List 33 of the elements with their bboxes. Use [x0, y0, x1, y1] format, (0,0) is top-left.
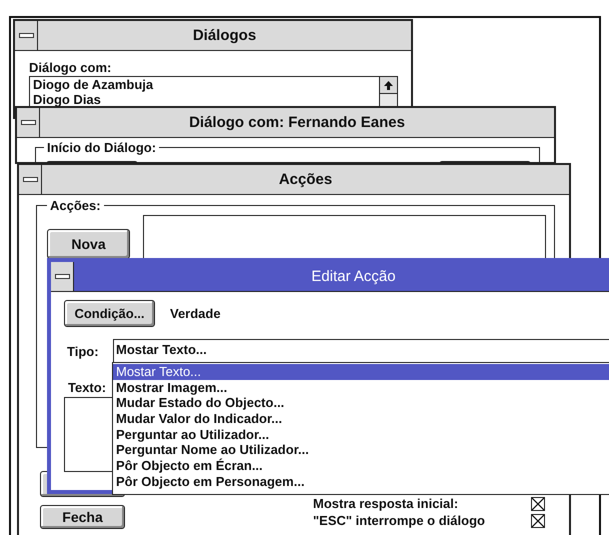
- up-arrow-icon: [384, 80, 393, 90]
- dropdown-option[interactable]: Mudar Estado do Objecto...: [113, 395, 609, 412]
- dropdown-option[interactable]: Mostar Texto...: [113, 364, 609, 380]
- window-title: Acções: [278, 170, 334, 190]
- scroll-up-button[interactable]: [380, 77, 397, 94]
- dropdown-option[interactable]: Pôr Objecto em Personagem...: [113, 474, 609, 490]
- condition-value: Verdade: [170, 306, 221, 321]
- dropdown-option[interactable]: Pôr Objecto em Écran...: [113, 458, 609, 474]
- window-title: Editar Acção: [310, 267, 397, 287]
- minus-icon: [54, 274, 70, 279]
- checkbox[interactable]: [531, 514, 545, 528]
- group-label: Início do Diálogo:: [46, 140, 158, 155]
- field-label: Texto:: [67, 380, 106, 395]
- checkbox-label: "ESC" interrompe o diálogo: [313, 513, 486, 528]
- group-label: Acções:: [49, 198, 102, 213]
- window-title: Diálogos: [192, 26, 258, 46]
- checkbox-label: Mostra resposta inicial:: [313, 496, 460, 511]
- field-label: Tipo:: [66, 344, 100, 358]
- minus-icon: [18, 33, 34, 38]
- list-item[interactable]: Diogo Dias: [33, 92, 379, 107]
- condition-button[interactable]: Condição...: [64, 300, 155, 327]
- dropdown-option[interactable]: Perguntar Nome ao Utilizador...: [113, 442, 609, 458]
- dropdown-option[interactable]: Mudar Valor do Indicador...: [113, 411, 609, 427]
- new-button[interactable]: Nova: [47, 229, 130, 259]
- checkbox[interactable]: [531, 496, 545, 510]
- dropdown-option[interactable]: Mostrar Imagem...: [113, 380, 609, 396]
- system-menu-button[interactable]: [51, 262, 74, 291]
- minus-icon: [22, 177, 38, 182]
- minus-icon: [20, 120, 36, 125]
- field-label: Diálogo com:: [29, 60, 112, 76]
- dropdown-option[interactable]: Perguntar ao Utilizador...: [113, 426, 609, 442]
- list-item[interactable]: Diogo de Azambuja: [33, 77, 379, 92]
- close-button[interactable]: Fecha: [40, 505, 125, 529]
